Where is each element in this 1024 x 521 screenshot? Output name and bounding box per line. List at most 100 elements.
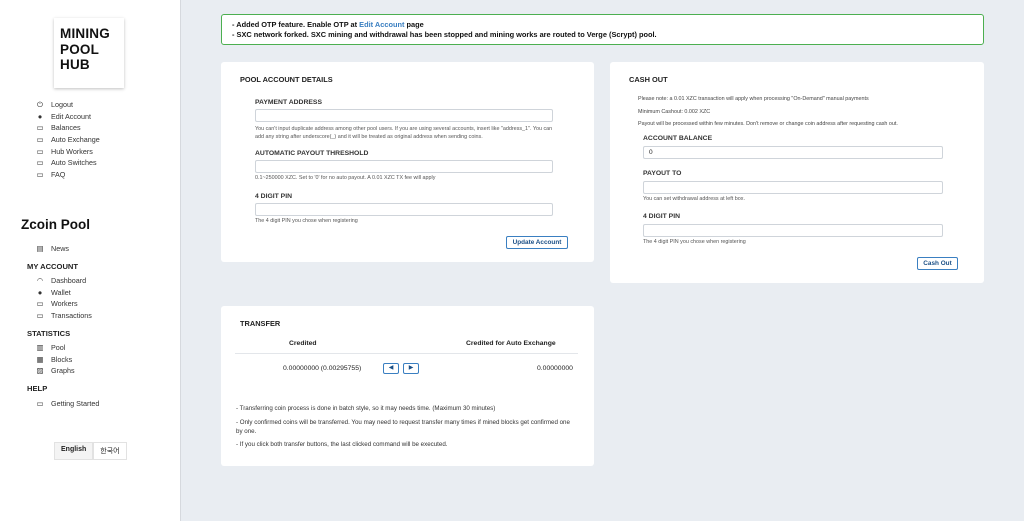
panel-title: CASH OUT: [629, 75, 668, 84]
language-korean[interactable]: 한국어: [93, 442, 127, 460]
language-switcher: English 한국어: [54, 442, 127, 460]
monitor-icon: ▭: [36, 123, 44, 133]
menu-item-edit-account[interactable]: ● Edit Account: [35, 111, 100, 123]
cash-out-pin-help: The 4 digit PIN you chose when registeri…: [643, 239, 746, 245]
transfer-note: - Only confirmed coins will be transferr…: [236, 419, 570, 435]
column-header-credited: Credited: [289, 340, 317, 347]
payout-to-help: You can set withdrawal address at left b…: [643, 196, 745, 202]
user-icon: ●: [37, 287, 43, 297]
column-header-auto-exchange: Credited for Auto Exchange: [466, 340, 556, 347]
cash-out-button[interactable]: Cash Out: [917, 257, 958, 270]
payment-address-help: You can't input duplicate address among …: [255, 126, 553, 140]
menu-item-faq[interactable]: ▭ FAQ: [35, 169, 100, 181]
notice-line: - SXC network forked. SXC mining and wit…: [232, 30, 657, 39]
payout-threshold-input[interactable]: [255, 160, 553, 173]
menu-item-label: Auto Switches: [51, 158, 97, 168]
menu-item-label: Pool: [51, 343, 66, 353]
transfer-note: - Transferring coin process is done in b…: [236, 405, 496, 412]
auto-exchange-value: 0.00000000: [537, 365, 573, 372]
site-logo[interactable]: MINING POOL HUB: [54, 18, 124, 88]
dashboard-icon: ◠: [36, 276, 44, 286]
menu-item-label: Graphs: [51, 366, 75, 376]
help-menu: ▭ Getting Started: [35, 398, 99, 410]
menu-item-hub-workers[interactable]: ▭ Hub Workers: [35, 145, 100, 157]
monitor-icon: ▭: [36, 399, 44, 409]
menu-item-wallet[interactable]: ● Wallet: [35, 287, 92, 299]
menu-item-workers[interactable]: ▭ Workers: [35, 298, 92, 310]
monitor-icon: ▭: [36, 135, 44, 145]
notice-banner: - Added OTP feature. Enable OTP at Edit …: [221, 14, 984, 45]
menu-item-label: Workers: [51, 299, 78, 309]
transfer-right-button[interactable]: ▶: [403, 363, 419, 374]
menu-item-label: News: [51, 244, 69, 254]
menu-item-logout[interactable]: ⏻ Logout: [35, 99, 100, 111]
section-heading-help: HELP: [27, 384, 48, 393]
news-menu: ▤ News: [35, 243, 69, 255]
monitor-icon: ▭: [36, 299, 44, 309]
edit-account-link[interactable]: Edit Account: [359, 20, 404, 29]
cash-out-panel: CASH OUT Please note: a 0.01 XZC transac…: [610, 62, 984, 283]
cash-out-minimum-note: Minimum Cashout: 0.002 XZC: [638, 109, 711, 115]
power-icon: ⏻: [37, 100, 43, 110]
panel-title: TRANSFER: [240, 319, 281, 328]
update-account-button[interactable]: Update Account: [506, 236, 568, 249]
cash-out-pin-input[interactable]: [643, 224, 943, 237]
panel-title: POOL ACCOUNT DETAILS: [240, 75, 333, 84]
menu-item-transactions[interactable]: ▭ Transactions: [35, 310, 92, 322]
user-icon: ●: [37, 111, 43, 121]
payout-to-field[interactable]: [643, 181, 943, 194]
payout-threshold-label: AUTOMATIC PAYOUT THRESHOLD: [255, 150, 369, 157]
account-balance-label: ACCOUNT BALANCE: [643, 135, 713, 142]
cash-out-fee-note: Please note: a 0.01 XZC transaction will…: [638, 96, 869, 102]
section-heading-statistics: STATISTICS: [27, 329, 71, 338]
monitor-icon: ▭: [36, 158, 44, 168]
menu-item-label: Logout: [51, 100, 73, 110]
pin-input[interactable]: [255, 203, 553, 216]
menu-item-graphs[interactable]: ▨ Graphs: [35, 365, 75, 377]
grid-icon: ▦: [36, 354, 44, 364]
account-balance-field: 0: [643, 146, 943, 159]
transfer-note: - If you click both transfer buttons, th…: [236, 441, 448, 448]
cash-out-process-note: Payout will be processed within few minu…: [638, 121, 898, 127]
menu-item-auto-switches[interactable]: ▭ Auto Switches: [35, 157, 100, 169]
menu-item-dashboard[interactable]: ◠ Dashboard: [35, 275, 92, 287]
menu-item-label: Blocks: [51, 354, 73, 364]
pin-help: The 4 digit PIN you chose when registeri…: [255, 218, 358, 224]
notice-text: page: [404, 20, 424, 29]
pool-account-panel: POOL ACCOUNT DETAILS PAYMENT ADDRESS You…: [221, 62, 594, 262]
menu-item-label: FAQ: [51, 169, 66, 179]
menu-item-label: Edit Account: [51, 111, 91, 121]
payout-threshold-help: 0.1~250000 XZC. Set to '0' for no auto p…: [255, 175, 436, 181]
menu-item-blocks[interactable]: ▦ Blocks: [35, 354, 75, 366]
graph-icon: ▨: [36, 366, 44, 376]
top-menu: ⏻ Logout ● Edit Account ▭ Balances ▭ Auto Ex…: [35, 99, 100, 181]
payment-address-label: PAYMENT ADDRESS: [255, 99, 322, 106]
news-icon: ▤: [36, 244, 44, 254]
logo-line: HUB: [60, 57, 90, 72]
menu-item-label: Getting Started: [51, 399, 100, 409]
section-heading-my-account: MY ACCOUNT: [27, 262, 79, 271]
logo-line: POOL: [60, 41, 100, 57]
payout-to-label: PAYOUT TO: [643, 170, 682, 177]
divider: [235, 353, 578, 354]
payment-address-input[interactable]: [255, 109, 553, 122]
menu-item-balances[interactable]: ▭ Balances: [35, 122, 100, 134]
logo-line: MINING: [60, 26, 110, 41]
menu-item-getting-started[interactable]: ▭ Getting Started: [35, 398, 99, 410]
menu-item-label: Wallet: [51, 287, 71, 297]
pool-title: Zcoin Pool: [21, 217, 90, 232]
menu-item-label: Dashboard: [51, 276, 87, 286]
menu-item-label: Balances: [51, 123, 81, 133]
monitor-icon: ▭: [36, 146, 44, 156]
transfer-left-button[interactable]: ◀: [383, 363, 399, 374]
credited-value: 0.00000000 (0.00295755): [283, 365, 362, 372]
menu-item-label: Transactions: [51, 311, 92, 321]
cash-out-pin-label: 4 DIGIT PIN: [643, 213, 681, 220]
my-account-menu: ◠ Dashboard ● Wallet ▭ Workers ▭ Transaction…: [35, 275, 92, 322]
notice-text: - Added OTP feature. Enable OTP at: [232, 20, 360, 29]
menu-item-pool[interactable]: ▥ Pool: [35, 342, 75, 354]
menu-item-auto-exchange[interactable]: ▭ Auto Exchange: [35, 134, 99, 146]
language-english[interactable]: English: [54, 442, 94, 460]
monitor-icon: ▭: [36, 169, 44, 179]
menu-item-news[interactable]: ▤ News: [35, 243, 69, 255]
